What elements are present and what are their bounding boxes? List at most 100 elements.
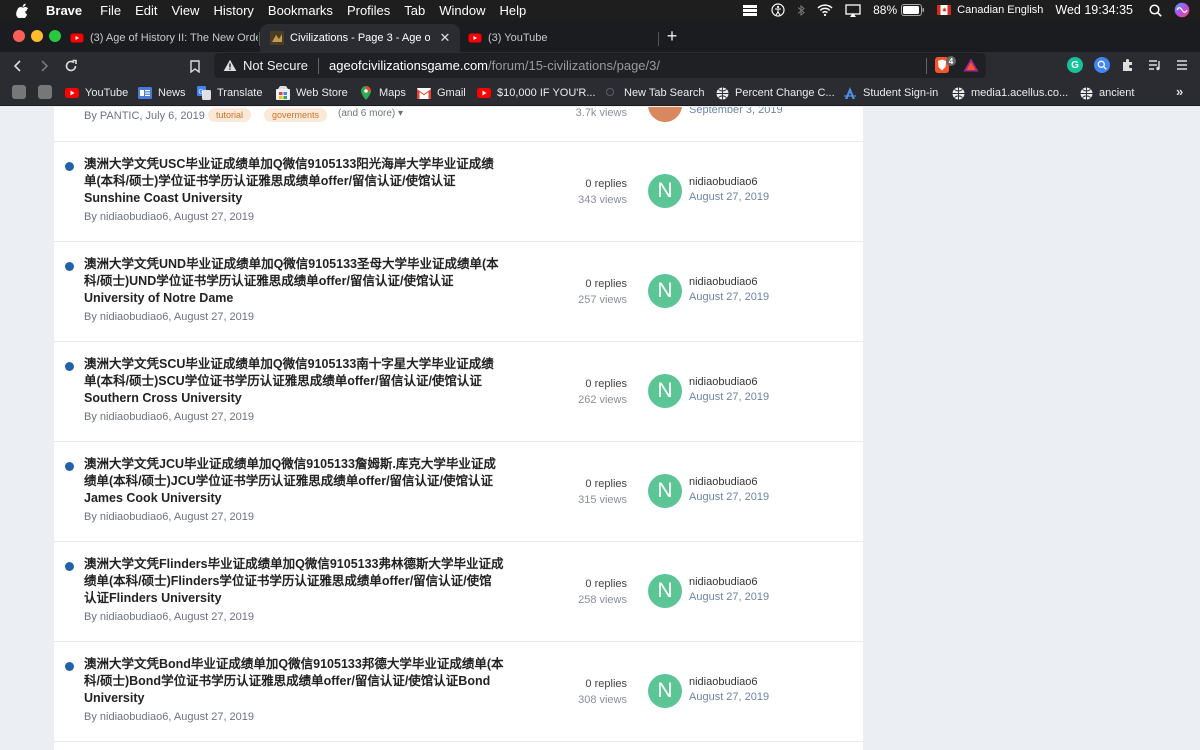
bookmark-student-sign-in[interactable]: Student Sign-in (843, 85, 938, 101)
topic-title-link[interactable]: 澳洲大学文凭JCU毕业证成绩单加Q微信9105133詹姆斯.库克大学毕业证成绩单… (84, 456, 504, 507)
avatar[interactable]: N (648, 474, 682, 508)
forward-button[interactable] (34, 56, 54, 76)
last-post-date[interactable]: August 27, 2019 (689, 190, 769, 205)
browser-menu-icon[interactable] (1174, 57, 1190, 73)
tag-tutorial[interactable]: tutorial (208, 108, 252, 122)
bookmark-ancient[interactable]: ancient (1079, 85, 1134, 101)
more-tags-dropdown[interactable]: (and 6 more) ▾ (338, 108, 403, 119)
topic-byline[interactable]: By nidiaobudiao6, August 27, 2019 (84, 711, 254, 723)
puzzle-extensions-icon[interactable] (1120, 57, 1136, 73)
close-tab-icon[interactable]: ✕ (438, 30, 452, 46)
avatar[interactable]: N (648, 674, 682, 708)
topic-byline[interactable]: By nidiaobudiao6, August 27, 2019 (84, 511, 254, 523)
unread-dot-icon[interactable] (65, 662, 74, 671)
last-poster-name[interactable]: nidiaobudiao6 (689, 475, 769, 490)
unread-dot-icon[interactable] (65, 362, 74, 371)
bookmark-youtube-video[interactable]: $10,000 IF YOU'R... (477, 85, 596, 101)
menu-app-name[interactable]: Brave (46, 3, 82, 18)
spotlight-search-icon[interactable] (1149, 3, 1162, 17)
menu-tab[interactable]: Tab (404, 3, 425, 18)
topic-title-link[interactable]: 澳洲大学文凭USC毕业证成绩单加Q微信9105133阳光海岸大学毕业证成绩单(本… (84, 156, 504, 207)
menu-view[interactable]: View (172, 3, 200, 18)
airplay-icon[interactable] (845, 3, 861, 17)
security-status[interactable]: Not Secure (243, 58, 308, 73)
last-post-date[interactable]: September 3, 2019 (689, 107, 783, 116)
menu-window[interactable]: Window (439, 3, 485, 18)
bluetooth-icon[interactable] (797, 4, 805, 17)
tab-civilizations-forum[interactable]: Civilizations - Page 3 - Age of History … (260, 24, 460, 52)
unread-dot-icon[interactable] (65, 462, 74, 471)
last-poster-name[interactable]: nidiaobudiao6 (689, 175, 769, 190)
window-close-button[interactable] (13, 30, 25, 42)
last-post-date[interactable]: August 27, 2019 (689, 390, 769, 405)
last-post-date[interactable]: August 27, 2019 (689, 290, 769, 305)
topic-title-link[interactable]: 澳洲大学文凭Flinders毕业证成绩单加Q微信9105133弗林德斯大学毕业证… (84, 556, 504, 607)
menu-help[interactable]: Help (500, 3, 527, 18)
avatar[interactable] (648, 107, 682, 122)
unread-dot-icon[interactable] (65, 262, 74, 271)
grammarly-icon[interactable]: G (1067, 57, 1083, 73)
new-tab-button[interactable]: + (662, 26, 682, 47)
last-poster-name[interactable]: nidiaobudiao6 (689, 375, 769, 390)
bookmark-acellus-media[interactable]: media1.acellus.co... (951, 85, 1068, 101)
topic-byline[interactable]: By nidiaobudiao6, August 27, 2019 (84, 211, 254, 223)
topic-byline[interactable]: By PANTIC, July 6, 2019 (84, 110, 205, 122)
bookmark-web-store[interactable]: Web Store (276, 85, 348, 101)
tab-age-of-history-video[interactable]: (3) Age of History II: The New Order (60, 24, 258, 52)
topic-byline[interactable]: By nidiaobudiao6, August 27, 2019 (84, 411, 254, 423)
topic-title-link[interactable]: 澳洲大学文凭SCU毕业证成绩单加Q微信9105133南十字星大学毕业证成绩单(本… (84, 356, 504, 407)
apps-placeholder-icon[interactable] (38, 85, 52, 99)
last-poster-name[interactable]: nidiaobudiao6 (689, 575, 769, 590)
bookmark-youtube[interactable]: YouTube (65, 85, 128, 101)
battery-icon[interactable] (901, 4, 925, 16)
brave-rewards-icon[interactable] (963, 57, 979, 73)
avatar[interactable]: N (648, 274, 682, 308)
clock[interactable]: Wed 19:34:35 (1055, 3, 1133, 17)
apple-logo-icon[interactable] (16, 3, 32, 18)
last-post-date[interactable]: August 27, 2019 (689, 690, 769, 705)
menu-edit[interactable]: Edit (135, 3, 157, 18)
bookmark-page-button[interactable] (185, 56, 205, 76)
topic-title-link[interactable]: 澳洲大学文凭Bond毕业证成绩单加Q微信9105133邦德大学毕业证成绩单(本科… (84, 656, 504, 707)
bookmark-percent-change[interactable]: Percent Change C... (715, 85, 835, 101)
apps-placeholder-icon[interactable] (12, 85, 26, 99)
bookmarks-overflow-chevron-icon[interactable]: » (1176, 84, 1183, 99)
reload-button[interactable] (61, 56, 81, 76)
bookmark-gmail[interactable]: Gmail (417, 85, 466, 101)
canada-flag-icon[interactable] (937, 5, 952, 15)
cloud-stack-icon[interactable] (741, 4, 759, 16)
warning-icon[interactable] (223, 59, 237, 72)
topic-title-link[interactable]: 澳洲大学文凭UND毕业证成绩单加Q微信9105133圣母大学毕业证成绩单(本科/… (84, 256, 504, 307)
accessibility-icon[interactable] (771, 3, 785, 17)
bookmark-news[interactable]: News (138, 85, 186, 101)
search-extension-icon[interactable] (1094, 57, 1110, 73)
unread-dot-icon[interactable] (65, 162, 74, 171)
menu-bookmarks[interactable]: Bookmarks (268, 3, 333, 18)
avatar[interactable]: N (648, 174, 682, 208)
back-button[interactable] (8, 56, 28, 76)
topic-byline[interactable]: By nidiaobudiao6, August 27, 2019 (84, 611, 254, 623)
topic-byline[interactable]: By nidiaobudiao6, August 27, 2019 (84, 311, 254, 323)
topic-row-partial[interactable]: By PANTIC, July 6, 2019 tutorial goverme… (54, 107, 863, 141)
tab-youtube[interactable]: (3) YouTube (458, 24, 658, 52)
avatar[interactable]: N (648, 374, 682, 408)
input-source[interactable]: Canadian English (957, 4, 1043, 16)
avatar[interactable]: N (648, 574, 682, 608)
window-minimize-button[interactable] (31, 30, 43, 42)
last-post-date[interactable]: August 27, 2019 (689, 490, 769, 505)
last-poster-name[interactable]: nidiaobudiao6 (689, 275, 769, 290)
tag-goverments[interactable]: goverments (264, 108, 328, 122)
bookmark-maps[interactable]: Maps (359, 85, 406, 101)
menu-profiles[interactable]: Profiles (347, 3, 390, 18)
last-poster-name[interactable]: nidiaobudiao6 (689, 675, 769, 690)
bookmark-new-tab-search[interactable]: New Tab Search (604, 85, 705, 101)
media-queue-icon[interactable] (1147, 57, 1163, 73)
unread-dot-icon[interactable] (65, 562, 74, 571)
last-post-date[interactable]: August 27, 2019 (689, 590, 769, 605)
address-bar[interactable]: Not Secure ageofcivilizationsgame.com /f… (214, 53, 986, 78)
bookmark-translate[interactable]: G Translate (197, 85, 262, 101)
menu-history[interactable]: History (213, 3, 253, 18)
siri-icon[interactable] (1174, 2, 1190, 18)
wifi-icon[interactable] (817, 4, 833, 16)
menu-file[interactable]: File (100, 3, 121, 18)
